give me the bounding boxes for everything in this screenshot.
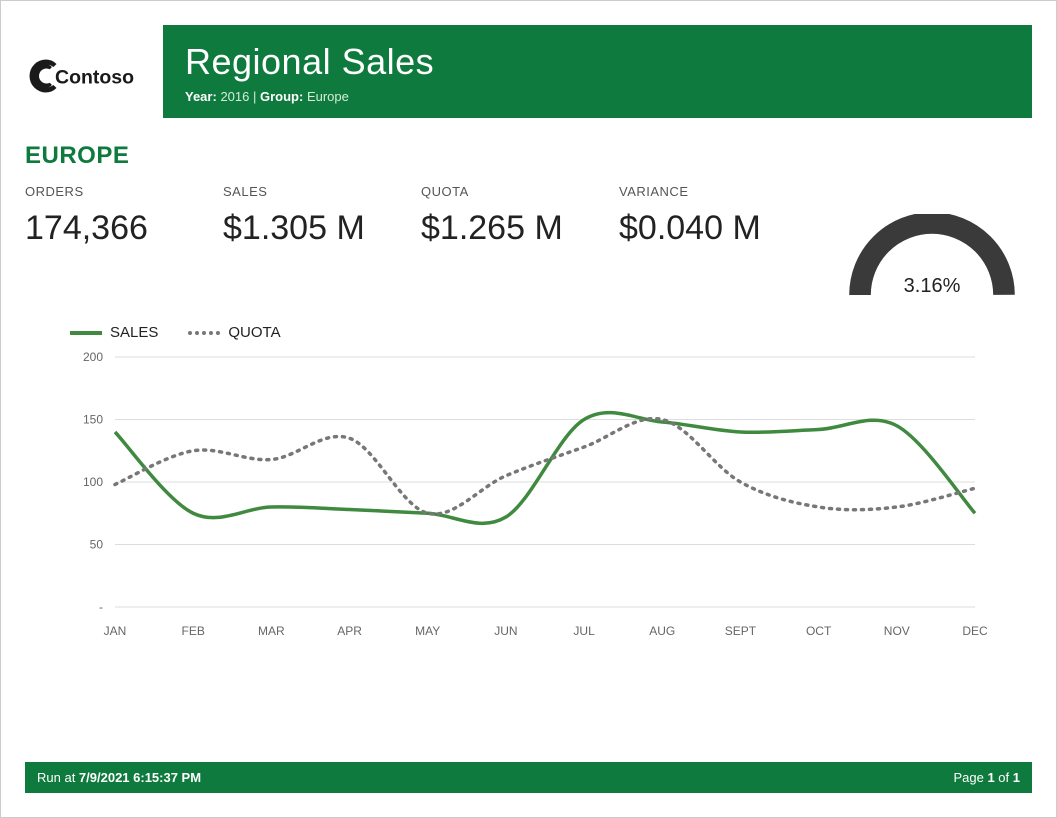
footer-bar: Run at 7/9/2021 6:15:37 PM Page 1 of 1 — [25, 762, 1032, 793]
sales-label: SALES — [223, 184, 393, 199]
region-heading: EUROPE — [25, 142, 1032, 170]
report-page: Contoso Regional Sales Year: 2016 | Grou… — [1, 1, 1056, 652]
year-value: 2016 — [220, 89, 249, 104]
title-bar: Regional Sales Year: 2016 | Group: Europ… — [163, 25, 1032, 118]
footer-runtime: Run at 7/9/2021 6:15:37 PM — [37, 770, 201, 785]
year-label: Year: — [185, 89, 217, 104]
svg-text:JUN: JUN — [494, 624, 517, 638]
legend-swatch-quota — [188, 331, 220, 335]
chart-legend: SALES QUOTA — [70, 324, 1012, 341]
orders-label: ORDERS — [25, 184, 195, 199]
report-title: Regional Sales — [185, 41, 1010, 83]
group-value: Europe — [307, 89, 349, 104]
contoso-logo-icon: Contoso — [25, 46, 145, 106]
metric-variance: VARIANCE $0.040 M — [619, 184, 789, 248]
svg-text:AUG: AUG — [649, 624, 675, 638]
svg-text:200: 200 — [83, 350, 103, 364]
orders-value: 174,366 — [25, 209, 195, 248]
chart-canvas: - 50 100 150 200 JAN FEB MAR APR MAY JUN JUL AUG SEPT… — [55, 347, 995, 647]
report-subtitle: Year: 2016 | Group: Europe — [185, 89, 1010, 104]
svg-text:NOV: NOV — [884, 624, 910, 638]
svg-text:OCT: OCT — [806, 624, 832, 638]
svg-text:SEPT: SEPT — [725, 624, 757, 638]
legend-sales-label: SALES — [110, 324, 158, 341]
svg-text:50: 50 — [90, 538, 104, 552]
line-chart: SALES QUOTA - 50 100 150 200 JAN FEB MAR APR MAY J… — [25, 314, 1032, 652]
legend-quota: QUOTA — [188, 324, 280, 341]
metric-orders: ORDERS 174,366 — [25, 184, 195, 248]
quota-label: QUOTA — [421, 184, 591, 199]
svg-text:MAY: MAY — [415, 624, 440, 638]
svg-text:FEB: FEB — [182, 624, 205, 638]
logo: Contoso — [25, 25, 145, 118]
sales-value: $1.305 M — [223, 209, 393, 248]
svg-text:100: 100 — [83, 475, 103, 489]
metric-quota: QUOTA $1.265 M — [421, 184, 591, 248]
legend-quota-label: QUOTA — [228, 324, 280, 341]
header-row: Contoso Regional Sales Year: 2016 | Grou… — [25, 25, 1032, 118]
svg-text:-: - — [99, 600, 103, 614]
svg-text:JAN: JAN — [104, 624, 127, 638]
svg-text:JUL: JUL — [573, 624, 595, 638]
logo-text: Contoso — [55, 66, 134, 88]
footer-page: Page 1 of 1 — [953, 770, 1020, 785]
svg-text:MAR: MAR — [258, 624, 285, 638]
group-label: Group: — [260, 89, 303, 104]
gauge-chart: 3.16% — [832, 184, 1032, 298]
legend-swatch-sales — [70, 331, 102, 335]
svg-text:150: 150 — [83, 413, 103, 427]
legend-sales: SALES — [70, 324, 158, 341]
metrics-row: ORDERS 174,366 SALES $1.305 M QUOTA $1.2… — [25, 184, 1032, 298]
variance-value: $0.040 M — [619, 209, 789, 248]
variance-label: VARIANCE — [619, 184, 789, 199]
svg-text:DEC: DEC — [962, 624, 988, 638]
svg-text:APR: APR — [337, 624, 362, 638]
quota-value: $1.265 M — [421, 209, 591, 248]
metric-sales: SALES $1.305 M — [223, 184, 393, 248]
